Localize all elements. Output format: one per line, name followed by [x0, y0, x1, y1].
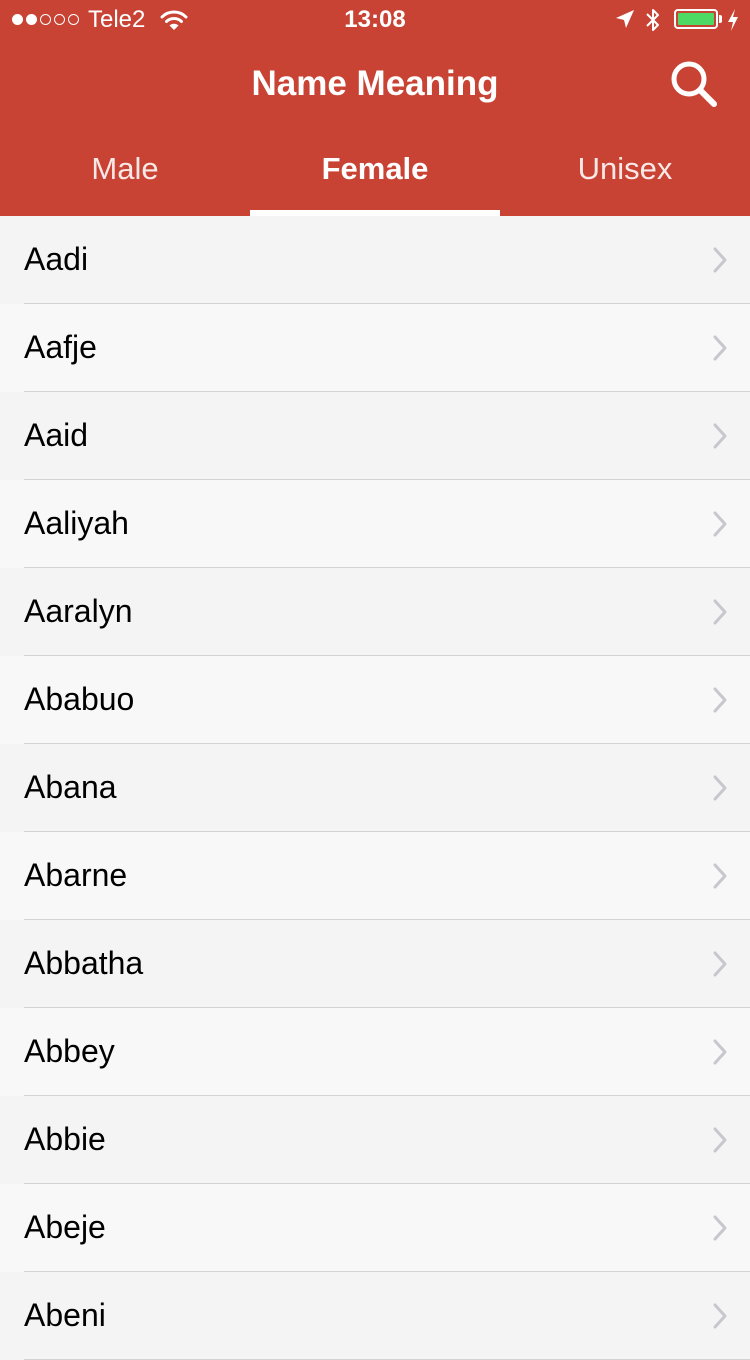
- status-bar: Tele2 13:08: [0, 0, 750, 40]
- search-icon[interactable]: [668, 58, 720, 110]
- name-list: Aadi Aafje Aaid Aaliyah Aaralyn Ababuo Abana Ab…: [0, 216, 750, 1360]
- list-item-name: Aaliyah: [24, 505, 129, 541]
- page-title: Name Meaning: [251, 64, 499, 103]
- tab-label: Male: [91, 151, 159, 186]
- list-item-name: Abbatha: [24, 945, 144, 981]
- list-item-name: Abeje: [24, 1209, 106, 1245]
- charging-bolt-icon: [728, 9, 738, 31]
- list-item-name: Aafje: [24, 329, 97, 365]
- location-arrow-icon: [616, 10, 634, 28]
- list-item[interactable]: Aafje: [0, 304, 750, 392]
- list-item[interactable]: Aadi: [0, 216, 750, 304]
- chevron-right-icon: [713, 511, 727, 537]
- list-item[interactable]: Abeje: [0, 1184, 750, 1272]
- list-item[interactable]: Abbie: [0, 1096, 750, 1184]
- chevron-right-icon: [713, 599, 727, 625]
- status-time: 13:08: [344, 6, 406, 33]
- list-item[interactable]: Abbatha: [0, 920, 750, 1008]
- tab-male[interactable]: Male: [0, 140, 250, 216]
- chevron-right-icon: [713, 1039, 727, 1065]
- list-item-name: Aadi: [24, 241, 89, 277]
- tab-female[interactable]: Female: [250, 140, 500, 216]
- bluetooth-icon: [646, 9, 659, 31]
- chevron-right-icon: [713, 951, 727, 977]
- list-item-name: Abbie: [24, 1121, 106, 1157]
- list-item-name: Aaid: [24, 417, 89, 453]
- tab-unisex[interactable]: Unisex: [500, 140, 750, 216]
- chevron-right-icon: [713, 247, 727, 273]
- list-item[interactable]: Aaid: [0, 392, 750, 480]
- chevron-right-icon: [713, 775, 727, 801]
- tab-label: Unisex: [577, 151, 673, 186]
- list-item[interactable]: Aaliyah: [0, 480, 750, 568]
- list-item-name: Abeni: [24, 1297, 106, 1333]
- list-item[interactable]: Abana: [0, 744, 750, 832]
- list-item-name: Abana: [24, 769, 117, 805]
- list-item[interactable]: Abarne: [0, 832, 750, 920]
- chevron-right-icon: [713, 423, 727, 449]
- tab-label: Female: [321, 151, 429, 186]
- battery-cap: [719, 15, 722, 23]
- chevron-right-icon: [713, 1303, 727, 1329]
- list-item[interactable]: Abeni: [0, 1272, 750, 1360]
- app-header: Tele2 13:08 Name Meaning Male Female Unise…: [0, 0, 750, 216]
- chevron-right-icon: [713, 1215, 727, 1241]
- list-item-name: Ababuo: [24, 681, 135, 717]
- list-item-name: Aaralyn: [24, 593, 133, 629]
- chevron-right-icon: [713, 863, 727, 889]
- list-item[interactable]: Aaralyn: [0, 568, 750, 656]
- list-item-name: Abbey: [24, 1033, 115, 1069]
- chevron-right-icon: [713, 1127, 727, 1153]
- list-item[interactable]: Abbey: [0, 1008, 750, 1096]
- list-item[interactable]: Ababuo: [0, 656, 750, 744]
- chevron-right-icon: [713, 687, 727, 713]
- list-item-name: Abarne: [24, 857, 128, 893]
- gender-tabs: Male Female Unisex: [0, 140, 750, 216]
- battery-icon: [674, 9, 718, 29]
- battery-level: [678, 13, 714, 25]
- chevron-right-icon: [713, 335, 727, 361]
